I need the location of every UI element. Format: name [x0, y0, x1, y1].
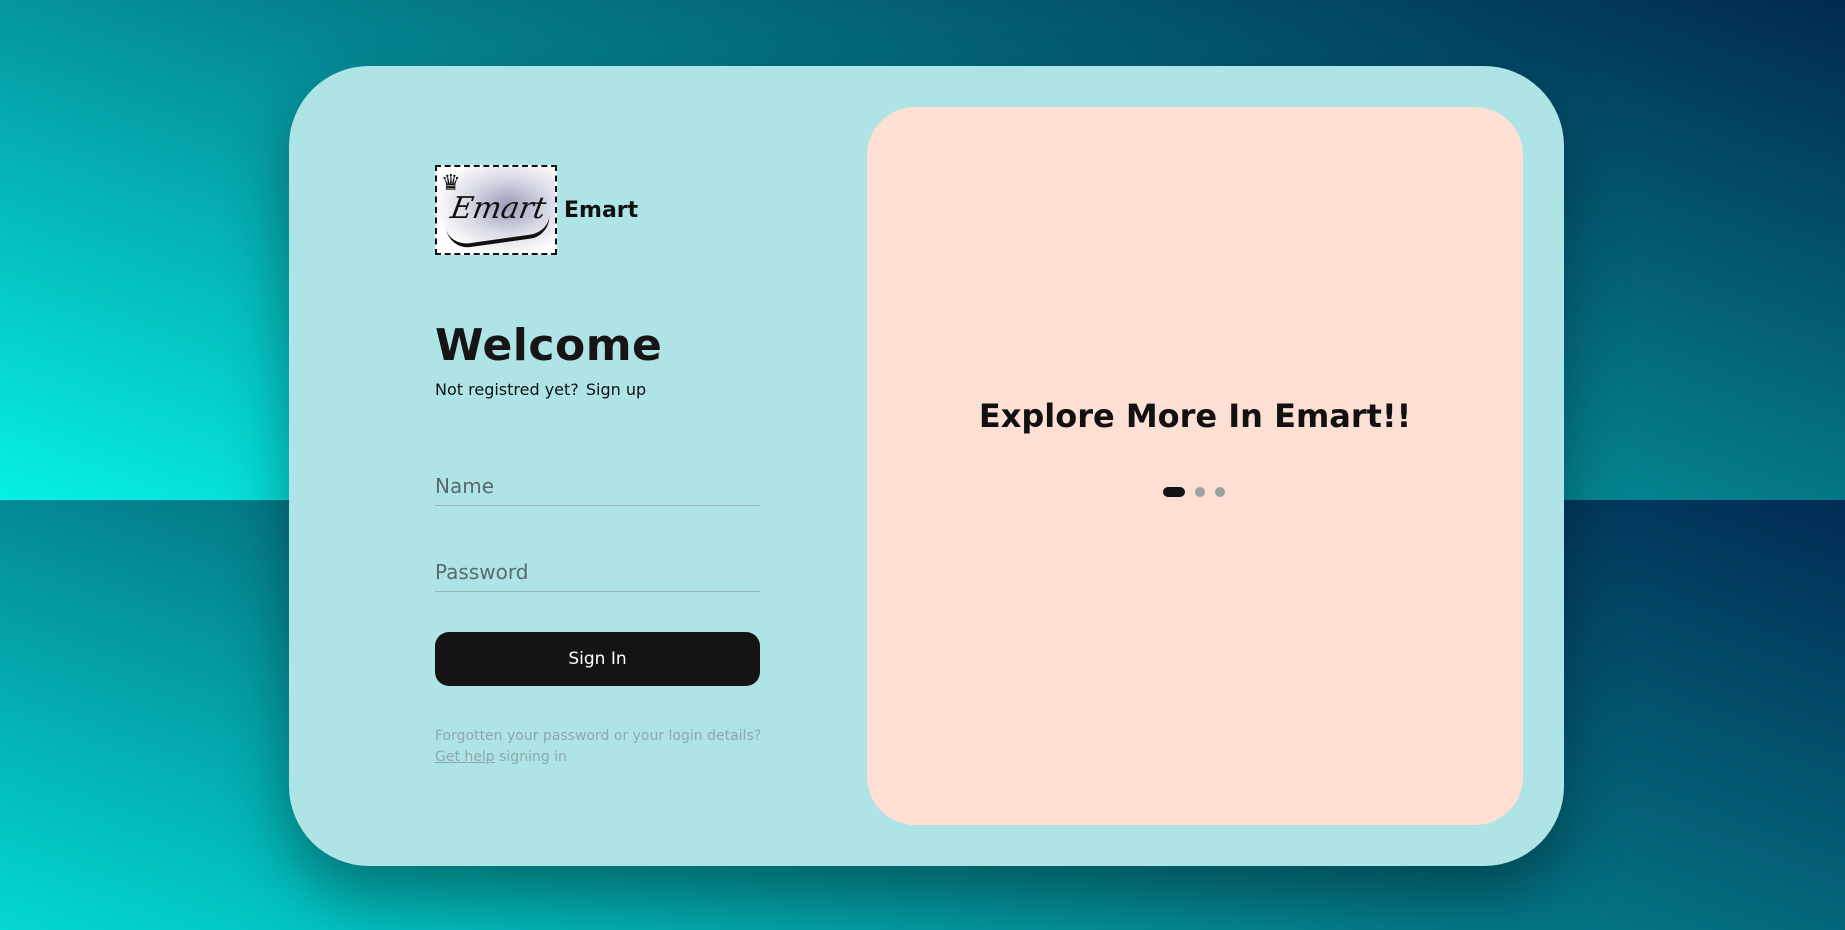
- brand-name: Emart: [564, 197, 639, 223]
- carousel-dot-2[interactable]: [1195, 487, 1205, 497]
- get-help-link[interactable]: Get help: [435, 749, 495, 765]
- carousel-dot-1[interactable]: [1163, 487, 1185, 497]
- sign-in-button[interactable]: Sign In: [435, 632, 760, 686]
- register-prompt: Not registred yet? Sign up: [435, 380, 646, 399]
- login-panel: ♛ Emart ~ Emart Welcome Not registred ye…: [435, 66, 761, 866]
- sign-up-link[interactable]: Sign up: [586, 380, 646, 399]
- page-title: Welcome: [435, 320, 663, 371]
- carousel-indicators: [1163, 487, 1235, 497]
- register-text: Not registred yet?: [435, 380, 579, 399]
- login-card: ♛ Emart ~ Emart Welcome Not registred ye…: [289, 66, 1564, 866]
- carousel-dot-3[interactable]: [1215, 487, 1225, 497]
- name-input[interactable]: [435, 466, 760, 506]
- help-suffix: signing in: [499, 749, 567, 765]
- promo-panel: Explore More In Emart!!: [867, 107, 1523, 825]
- brand: ♛ Emart ~ Emart: [435, 165, 638, 255]
- help-text: Forgotten your password or your login de…: [435, 726, 770, 768]
- password-input[interactable]: [435, 552, 760, 592]
- logo-small-text: ~: [459, 241, 465, 249]
- help-description: Forgotten your password or your login de…: [435, 728, 762, 744]
- brand-logo: ♛ Emart ~: [435, 165, 557, 255]
- promo-headline: Explore More In Emart!!: [978, 397, 1412, 435]
